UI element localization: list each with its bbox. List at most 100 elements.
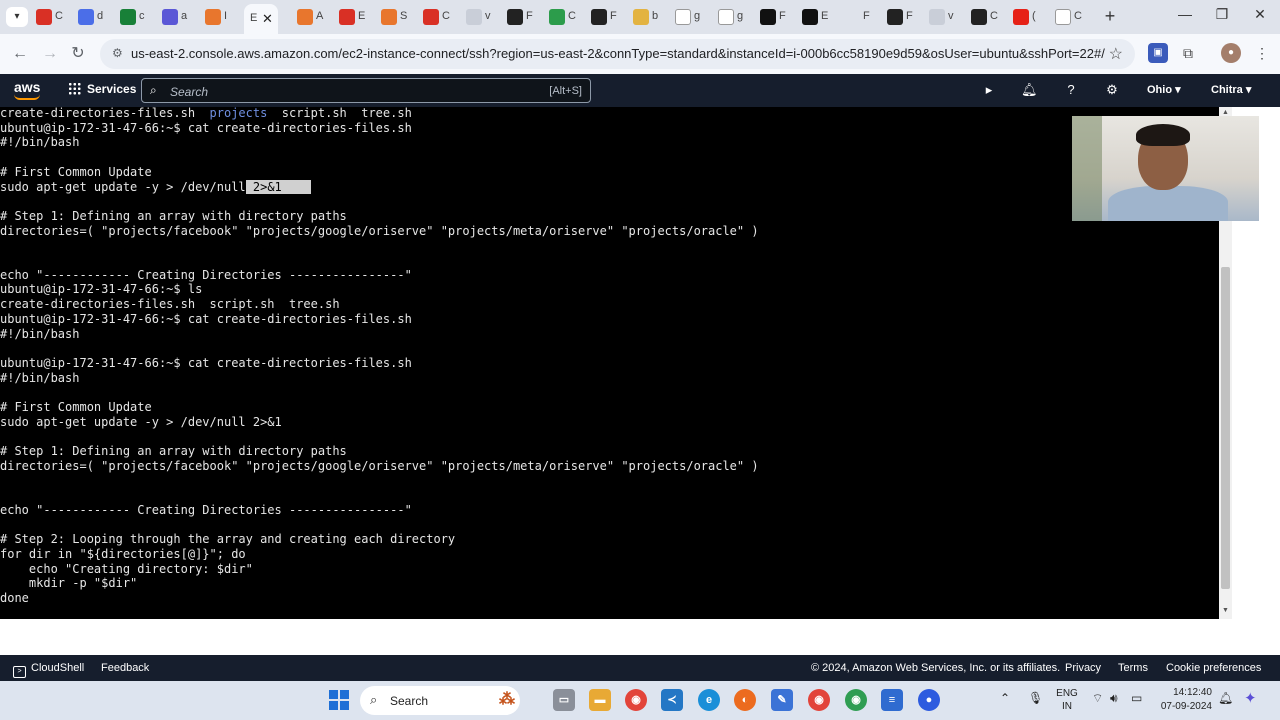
browser-tab[interactable]: C	[419, 6, 459, 28]
copilot-icon[interactable]: ✦	[1244, 689, 1257, 707]
scrollbar-thumb[interactable]	[1221, 267, 1230, 589]
zoom-icon[interactable]: ●	[918, 689, 940, 711]
chrome-active-icon[interactable]: ◉	[808, 689, 830, 711]
settings-gear-icon[interactable]: ⚙	[1104, 82, 1120, 98]
bookmark-star-icon[interactable]: ☆	[1109, 44, 1123, 64]
terminal-text: sudo apt-get update -y > /dev/null 2>&1	[0, 414, 282, 429]
terminal-line: directories=( "projects/facebook" "proje…	[0, 459, 759, 474]
terminal-line: sudo apt-get update -y > /dev/null 2>&1	[0, 415, 282, 430]
account-menu[interactable]: Chitra ▾	[1211, 83, 1251, 96]
browser-tab[interactable]: F	[503, 6, 543, 28]
terms-link[interactable]: Terms	[1118, 662, 1148, 674]
browser-tab[interactable]: E	[798, 6, 838, 28]
privacy-link[interactable]: Privacy	[1065, 662, 1101, 674]
site-info-icon[interactable]: ⚙	[112, 46, 126, 60]
back-icon[interactable]: ←	[10, 44, 30, 64]
browser-tab[interactable]: a	[158, 6, 198, 28]
search-highlight-icon[interactable]: ⁂	[496, 689, 518, 711]
terminal-line: ubuntu@ip-172-31-47-66:~$ ls	[0, 282, 202, 297]
browser-tab[interactable]: d	[74, 6, 114, 28]
notifications-bell-icon[interactable]: 🔔︎	[1021, 82, 1038, 98]
browser-tab[interactable]: F	[756, 6, 796, 28]
browser-tab[interactable]: b	[629, 6, 669, 28]
browser-tab[interactable]: (	[1009, 6, 1049, 28]
notification-bell-icon[interactable]: 🔔︎	[1218, 691, 1233, 705]
feedback-link[interactable]: Feedback	[101, 662, 149, 674]
close-tab-icon[interactable]: ✕	[262, 11, 273, 27]
system-clock[interactable]: 14:12:40 07-09-2024	[1158, 686, 1212, 714]
cloudshell-icon[interactable]: ▸	[981, 82, 997, 98]
taskbar-search-label: Search	[390, 694, 429, 708]
aws-logo[interactable]: aws	[14, 79, 40, 95]
services-menu[interactable]: Services	[68, 82, 136, 96]
cloudshell-button[interactable]: > CloudShell	[13, 662, 84, 678]
battery-icon[interactable]: ▭	[1131, 691, 1142, 705]
tab-title: E	[821, 10, 829, 22]
chrome-icon[interactable]: ◉	[625, 689, 647, 711]
vscode-icon[interactable]: ≺	[661, 689, 683, 711]
terminal-text: ubuntu@ip-172-31-47-66:~$ cat create-dir…	[0, 311, 412, 326]
browser-tab-strip: ▾ Cd c a I E ✕ A E S Cv F C Fb g g F E F Fv C (C + — ❐ ✕	[0, 0, 1280, 34]
firefox-icon[interactable]: ◐	[734, 689, 756, 711]
browser-menu-icon[interactable]: ⋮	[1252, 43, 1272, 63]
cookie-preferences-link[interactable]: Cookie preferences	[1166, 662, 1261, 674]
extension-icon[interactable]: ▣	[1148, 43, 1168, 63]
minimize-icon[interactable]: —	[1175, 6, 1195, 22]
browser-tab[interactable]: v	[462, 6, 502, 28]
tray-overflow-icon[interactable]: ⌃	[1000, 691, 1010, 705]
edge-icon[interactable]: e	[698, 689, 720, 711]
browser-tab[interactable]: A	[293, 6, 333, 28]
scroll-down-icon[interactable]: ▼	[1219, 607, 1232, 614]
task-view-icon[interactable]: ▭	[553, 689, 575, 711]
browser-tab[interactable]: C	[32, 6, 72, 28]
extensions-puzzle-icon[interactable]: ⧉	[1178, 43, 1198, 63]
browser-tab[interactable]: F	[883, 6, 923, 28]
browser-tab[interactable]: I	[201, 6, 241, 28]
profile-avatar[interactable]: ●	[1221, 43, 1241, 63]
forward-icon[interactable]: →	[40, 44, 60, 64]
tab-title: F	[526, 10, 533, 22]
close-window-icon[interactable]: ✕	[1250, 6, 1270, 23]
language-indicator[interactable]: ENG IN	[1056, 687, 1078, 713]
browser-tab[interactable]: F	[840, 6, 880, 28]
browser-tab[interactable]: c	[116, 6, 156, 28]
browser-tab[interactable]: E	[335, 6, 375, 28]
browser-tab[interactable]: C	[967, 6, 1007, 28]
aws-search-input[interactable]: ⌕ Search [Alt+S]	[141, 78, 591, 103]
region-selector[interactable]: Ohio ▾	[1147, 83, 1181, 96]
tab-title: F	[863, 10, 870, 22]
app-icon[interactable]: ✎	[771, 689, 793, 711]
file-explorer-icon[interactable]: ▬	[589, 689, 611, 711]
help-icon[interactable]: ?	[1063, 82, 1079, 98]
aws-console-footer: > CloudShell Feedback © 2024, Amazon Web …	[0, 655, 1280, 681]
wifi-icon[interactable]: ⌔	[1092, 691, 1103, 706]
volume-icon[interactable]: 🔊︎	[1110, 691, 1118, 706]
tab-search-button[interactable]: ▾	[6, 7, 28, 27]
history-icon	[844, 9, 860, 25]
maximize-icon[interactable]: ❐	[1212, 6, 1232, 23]
terminal-text: ubuntu@ip-172-31-47-66:~$ cat create-dir…	[0, 355, 412, 370]
browser-tab[interactable]: F	[587, 6, 627, 28]
address-bar[interactable]: ⚙ us-east-2.console.aws.amazon.com/ec2-i…	[100, 39, 1135, 69]
browser-tab[interactable]: v	[925, 6, 965, 28]
browser-tab[interactable]: C	[1051, 6, 1091, 28]
windows-start-icon[interactable]	[329, 690, 349, 710]
browser-tab[interactable]: S	[377, 6, 417, 28]
ssh-terminal[interactable]: create-directories-files.sh projects scr…	[0, 107, 1219, 619]
browser-tab[interactable]: E ✕	[244, 4, 278, 34]
notepad-icon[interactable]: ≡	[881, 689, 903, 711]
chrome-profile-icon[interactable]: ◉	[845, 689, 867, 711]
browser-tab[interactable]: C	[545, 6, 585, 28]
scroll-up-icon[interactable]: ▲	[1219, 109, 1232, 116]
tab-title: E	[358, 10, 366, 22]
browser-tab[interactable]: g	[671, 6, 711, 28]
new-tab-button[interactable]: +	[1100, 6, 1120, 27]
terminal-line: echo "------------ Creating Directories …	[0, 268, 412, 283]
tab-title: C	[568, 10, 576, 22]
browser-tab[interactable]: g	[714, 6, 754, 28]
microphone-icon[interactable]: 🎙︎	[1028, 691, 1043, 705]
reload-icon[interactable]: ↻	[68, 44, 88, 64]
sheets-icon	[120, 9, 136, 25]
terminal-text: directories=( "projects/facebook" "proje…	[0, 223, 759, 238]
terminal-icon: >	[13, 666, 26, 678]
